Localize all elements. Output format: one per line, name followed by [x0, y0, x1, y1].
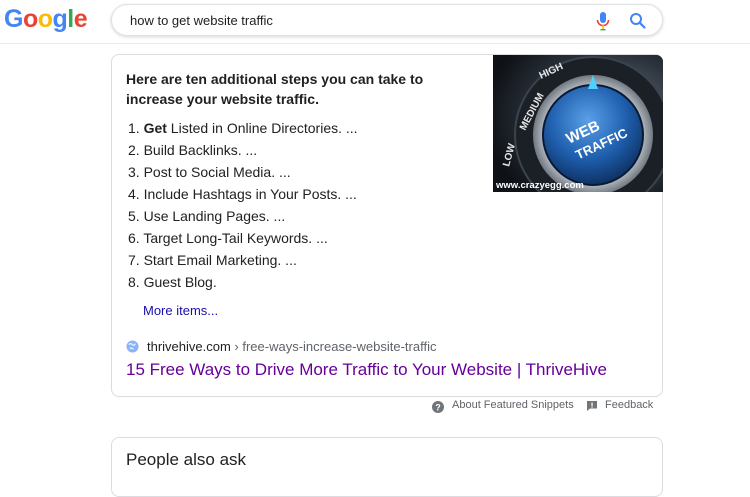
logo-letter: o: [22, 5, 38, 33]
step-bold-word: Get: [143, 120, 167, 136]
about-featured-snippets-link[interactable]: About Featured Snippets: [452, 399, 574, 411]
snippet-intro: Here are ten additional steps you can ta…: [126, 71, 424, 107]
logo-letter: G: [4, 5, 23, 33]
web-traffic-dial-graphic: LOW MEDIUM HIGH WEB TRAFFIC www.crazyegg…: [493, 55, 663, 192]
list-item: 3. Post to Social Media. ...: [128, 161, 358, 183]
step-number: 6.: [128, 230, 140, 246]
source-path: › free-ways-increase-website-traffic: [230, 339, 437, 354]
logo-letter: o: [37, 5, 53, 33]
step-text: Guest Blog.: [143, 274, 217, 290]
people-also-ask-card: People also ask: [111, 437, 663, 497]
source-url[interactable]: thrivehive.com › free-ways-increase-webs…: [147, 339, 436, 354]
step-text: Start Email Marketing. ...: [143, 252, 297, 268]
step-number: 7.: [128, 252, 140, 268]
list-item: 4. Include Hashtags in Your Posts. ...: [128, 183, 358, 205]
step-number: 3.: [128, 164, 140, 180]
magnifier-icon[interactable]: [628, 11, 648, 31]
featured-snippet-card: Here are ten additional steps you can ta…: [111, 54, 663, 397]
svg-text:?: ?: [435, 402, 441, 412]
google-logo[interactable]: Google: [4, 4, 88, 34]
step-number: 8.: [128, 274, 140, 290]
header: Google how to get website traffic: [0, 0, 750, 40]
feedback-icon[interactable]: [586, 400, 598, 412]
feedback-link[interactable]: Feedback: [605, 399, 653, 411]
step-text: Listed in Online Directories. ...: [166, 120, 358, 136]
microphone-icon[interactable]: [594, 11, 612, 31]
list-item: 1. Get Listed in Online Directories. ...: [128, 117, 358, 139]
web-traffic-image[interactable]: LOW MEDIUM HIGH WEB TRAFFIC www.crazyegg…: [493, 55, 663, 192]
step-number: 5.: [128, 208, 140, 224]
list-item: 7. Start Email Marketing. ...: [128, 249, 358, 271]
list-item: 6. Target Long-Tail Keywords. ...: [128, 227, 358, 249]
search-box[interactable]: how to get website traffic: [111, 4, 663, 36]
step-text: Post to Social Media. ...: [143, 164, 291, 180]
logo-letter: g: [52, 5, 68, 33]
step-text: Use Landing Pages. ...: [143, 208, 286, 224]
search-input[interactable]: how to get website traffic: [130, 13, 273, 28]
list-item: 2. Build Backlinks. ...: [128, 139, 358, 161]
step-number: 4.: [128, 186, 140, 202]
help-icon[interactable]: ?: [432, 401, 444, 413]
header-divider: [0, 43, 750, 44]
globe-icon: [126, 340, 139, 353]
list-item: 5. Use Landing Pages. ...: [128, 205, 358, 227]
step-text: Build Backlinks. ...: [143, 142, 258, 158]
logo-letter: e: [73, 5, 88, 33]
people-also-ask-title: People also ask: [126, 450, 247, 469]
step-number: 2.: [128, 142, 140, 158]
more-items-link[interactable]: More items...: [143, 303, 218, 318]
step-text: Target Long-Tail Keywords. ...: [143, 230, 328, 246]
image-credit: www.crazyegg.com: [495, 180, 584, 191]
step-text: Include Hashtags in Your Posts. ...: [143, 186, 357, 202]
source-domain: thrivehive.com: [147, 339, 231, 354]
list-item: 8. Guest Blog.: [128, 271, 358, 293]
step-number: 1.: [128, 120, 140, 136]
result-title-link[interactable]: 15 Free Ways to Drive More Traffic to Yo…: [126, 360, 607, 380]
steps-list: 1. Get Listed in Online Directories. ...…: [128, 117, 358, 293]
